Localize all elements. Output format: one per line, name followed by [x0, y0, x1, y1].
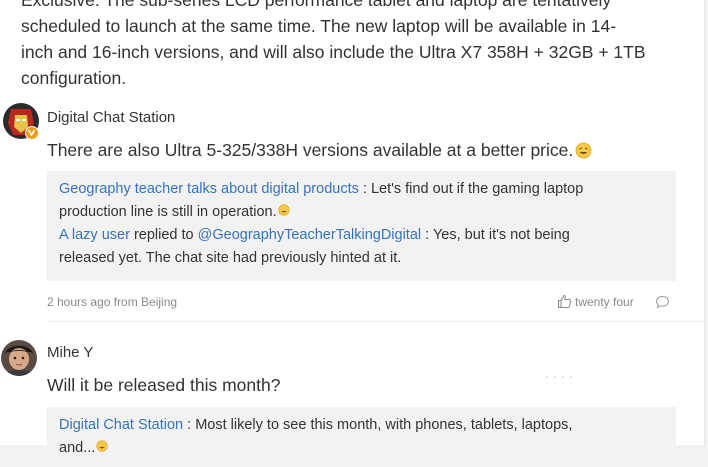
reply-author-link[interactable]: Geography teacher talks about digital pr… — [59, 181, 359, 197]
reply-item: A lazy user replied to @GeographyTeacher… — [59, 224, 664, 247]
post-body-line: configuration. — [21, 68, 127, 88]
grin-emoji-icon — [96, 437, 108, 452]
reply-text: Most likely to see this month, with phon… — [195, 417, 573, 433]
reply-separator: : — [183, 417, 196, 433]
reply-text-cont: and... — [59, 437, 664, 460]
reply-box: Geography teacher talks about digital pr… — [47, 171, 676, 281]
comment-text: There are also Ultra 5-325/338H versions… — [47, 140, 592, 161]
comment-username[interactable]: Digital Chat Station — [47, 109, 175, 126]
reply-text: released yet. The chat site had previous… — [59, 250, 402, 266]
person-avatar — [1, 340, 37, 376]
post-card: Exclusive: The sub-series LCD performanc… — [0, 0, 705, 467]
divider-dots — [545, 366, 605, 378]
reply-author-link[interactable]: Digital Chat Station — [59, 417, 183, 433]
reply-box: Digital Chat Station : Most likely to se… — [47, 407, 676, 467]
verified-badge-icon — [25, 126, 39, 140]
comment-username[interactable]: Mihe Y — [47, 344, 93, 361]
reply-text: Yes, but it's not being — [432, 227, 570, 243]
thumbs-up-icon — [558, 294, 572, 308]
reply-author-link[interactable]: A lazy user — [59, 227, 130, 243]
comment-meta: 2 hours ago from Beijing — [47, 295, 178, 309]
divider — [47, 321, 704, 322]
reply-button[interactable] — [655, 295, 670, 314]
reply-target-link[interactable]: @GeographyTeacherTalkingDigital — [198, 227, 421, 243]
grin-emoji-icon — [278, 201, 290, 216]
post-body-line: Exclusive: The sub-series LCD performanc… — [21, 0, 612, 10]
reply-item: Geography teacher talks about digital pr… — [59, 178, 664, 201]
post-body: Exclusive: The sub-series LCD performanc… — [21, 0, 681, 91]
reply-separator: : — [421, 227, 433, 243]
reply-separator: : — [358, 181, 371, 197]
avatar[interactable] — [1, 340, 37, 376]
comment-text: Will it be released this month? — [47, 375, 281, 395]
reply-text-cont: released yet. The chat site had previous… — [59, 247, 664, 270]
post-body-line: scheduled to launch at the same time. Th… — [21, 16, 617, 36]
post-body-line: inch and 16-inch versions, and will also… — [21, 42, 646, 62]
like-count: twenty four — [575, 294, 634, 309]
reply-item: Digital Chat Station : Most likely to se… — [59, 414, 664, 437]
reply-text: production line is still in operation. — [59, 204, 277, 220]
comment-text-body: There are also Ultra 5-325/338H versions… — [47, 140, 574, 160]
comment-bubble-icon — [655, 295, 670, 309]
like-button[interactable]: twenty four — [557, 294, 634, 309]
reply-mid: replied to — [129, 227, 198, 243]
reply-text: Let's find out if the gaming laptop — [370, 181, 584, 197]
grin-emoji-icon — [575, 142, 592, 159]
reply-text-cont: production line is still in operation. — [59, 201, 664, 224]
reply-text: and... — [59, 440, 96, 456]
